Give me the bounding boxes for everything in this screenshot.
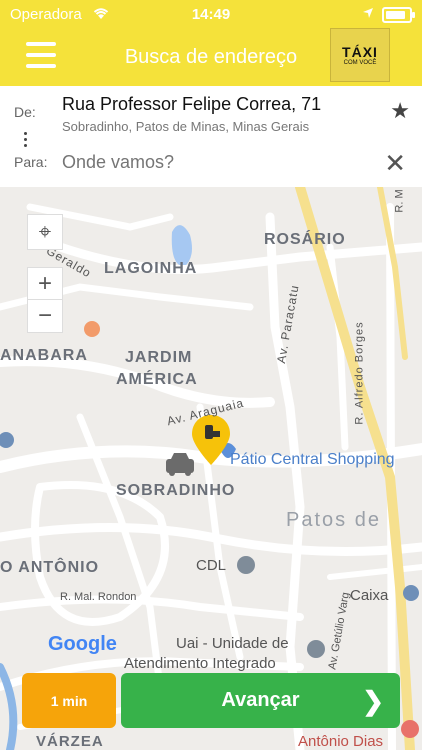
logo-text: TÁXI <box>342 44 378 60</box>
map-label-guanabara: ANABARA <box>0 347 88 364</box>
status-time: 14:49 <box>191 6 231 23</box>
destination-input[interactable] <box>62 152 362 173</box>
logo-subtext: COM VOCÊ <box>343 60 377 66</box>
map-view[interactable]: ROSÁRIO LAGOINHA ANABARA JARDIM AMÉRICA … <box>0 187 422 750</box>
map-label-caixa: Caixa <box>350 587 389 604</box>
map-label-patio-shopping: Pátio Central Shopping <box>230 451 395 468</box>
recenter-location-icon[interactable]: ⌖ <box>27 214 63 250</box>
next-button[interactable]: Avançar ❯ <box>121 673 400 728</box>
eta-badge: 1 min <box>22 673 116 728</box>
map-label-america: AMÉRICA <box>116 371 198 388</box>
favorite-star-icon[interactable]: ★ <box>390 98 410 124</box>
map-label-uai-line2: Atendimento Integrado <box>124 655 276 672</box>
map-label-patos: Patos de <box>286 509 381 531</box>
map-label-rm: R. M <box>393 189 406 213</box>
app-header: Busca de endereço TÁXI COM VOCÊ <box>0 28 422 86</box>
taxi-logo: TÁXI COM VOCÊ <box>330 28 390 82</box>
route-dots-icon <box>24 132 28 150</box>
origin-address[interactable]: Rua Professor Felipe Correa, 71 <box>62 94 321 115</box>
top-bar: Operadora 14:49 Busca de endereço TÁXI C… <box>0 0 422 86</box>
next-button-label: Avançar <box>221 689 300 711</box>
location-arrow-icon <box>362 6 374 23</box>
chevron-right-icon: ❯ <box>362 686 384 716</box>
from-label: De: <box>14 104 36 120</box>
map-label-jardim: JARDIM <box>125 349 193 366</box>
map-label-antonio-dias: Antônio Dias <box>298 733 384 750</box>
address-panel: De: Rua Professor Felipe Correa, 71 Sobr… <box>0 86 422 188</box>
map-label-sobradinho: SOBRADINHO <box>116 482 236 499</box>
zoom-out-button[interactable]: − <box>27 299 63 333</box>
map-label-uai-line1: Uai - Unidade de <box>176 635 289 652</box>
map-label-rosario: ROSÁRIO <box>264 231 346 248</box>
to-label: Para: <box>14 154 48 170</box>
map-label-antonio: O ANTÔNIO <box>0 559 100 576</box>
map-label-varzea: VÁRZEA <box>36 733 104 750</box>
status-bar: Operadora 14:49 <box>0 0 422 28</box>
battery-icon <box>382 6 415 23</box>
google-logo: Google <box>48 633 117 655</box>
map-label-lagoinha: LAGOINHA <box>104 260 198 277</box>
origin-address-detail: Sobradinho, Patos de Minas, Minas Gerais <box>62 119 310 134</box>
zoom-in-button[interactable]: + <box>27 267 63 301</box>
map-label-rondon: R. Mal. Rondon <box>60 591 137 603</box>
map-label-alfredo: R. Alfredo Borges <box>353 321 366 425</box>
clear-destination-icon[interactable]: ✕ <box>384 148 406 179</box>
map-label-cdl: CDL <box>196 557 227 574</box>
